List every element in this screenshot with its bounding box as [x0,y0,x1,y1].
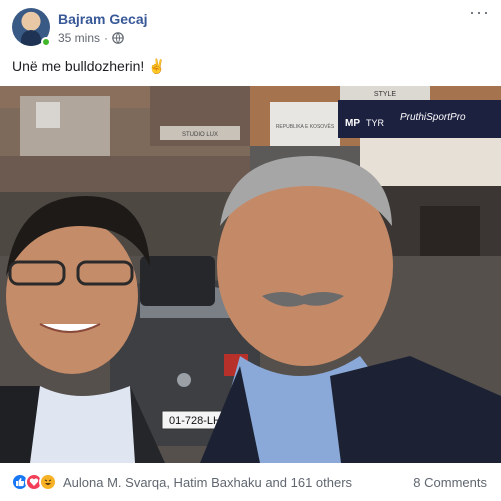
institution-sign-text: REPUBLIKA E KOSOVËS [276,123,335,130]
reactions-text[interactable]: Aulona M. Svarqa, Hatim Baxhaku and 161 … [63,475,352,490]
sport-shop-name: PruthiSportPro [400,112,466,123]
post-header: Bajram Gecaj 35 mins · ··· [0,0,501,52]
brand-mp-text: MP [345,118,360,129]
selfie-scene: STUDIO LUX REPUBLIKA E KOSOVËS STYLE MP … [0,86,501,463]
online-status-dot [41,37,51,47]
post-timestamp[interactable]: 35 mins [58,31,100,45]
comments-count-link[interactable]: 8 Comments [413,475,487,490]
facebook-post: Bajram Gecaj 35 mins · ··· Unë me bulldo… [0,0,501,501]
post-footer: Aulona M. Svarqa, Hatim Baxhaku and 161 … [0,464,501,501]
post-meta: 35 mins · [58,31,124,45]
more-horizontal-icon[interactable]: ··· [469,3,489,22]
shop-sign-left-text: STUDIO LUX [182,132,218,138]
haha-icon [39,473,57,491]
post-text: Unë me bulldozherin! ✌ [12,58,166,74]
globe-icon[interactable] [112,32,124,44]
author-name[interactable]: Bajram Gecaj [58,11,148,27]
post-photo[interactable]: STUDIO LUX REPUBLIKA E KOSOVËS STYLE MP … [0,86,501,463]
brand-tyr-text: TYR [366,118,385,128]
top-sign-text: STYLE [374,91,397,98]
license-plate-text: 01-728-LH [169,415,221,427]
meta-separator: · [104,31,109,45]
reactions-summary[interactable]: Aulona M. Svarqa, Hatim Baxhaku and 161 … [11,472,352,492]
